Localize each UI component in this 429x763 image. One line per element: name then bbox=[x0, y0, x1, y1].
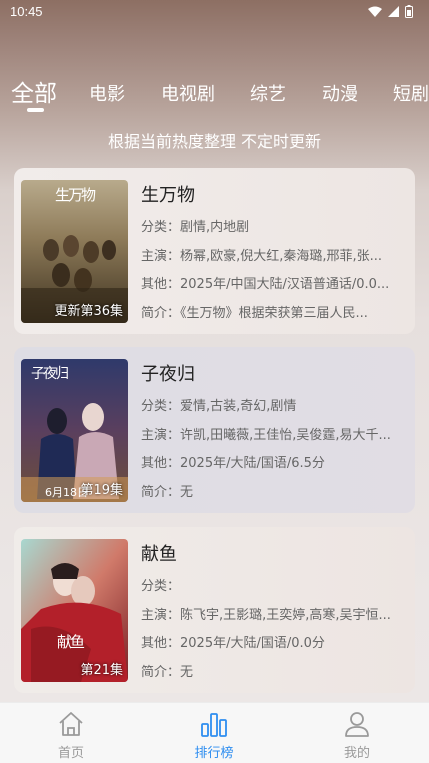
episode-badge: 第19集 bbox=[80, 483, 123, 498]
item-category: 分类：剧情,内地剧 bbox=[141, 220, 250, 235]
episode-badge: 更新第36集 bbox=[54, 304, 123, 319]
status-bar: 10:45 bbox=[0, 0, 429, 26]
nav-home[interactable]: 首页 bbox=[31, 709, 111, 761]
battery-icon bbox=[405, 5, 413, 18]
nav-profile[interactable]: 我的 bbox=[317, 709, 397, 761]
tab-tv-series[interactable]: 电视剧 bbox=[161, 80, 215, 106]
ranking-icon bbox=[174, 709, 254, 739]
list-item[interactable]: 子夜归 6月18日 第19集 子夜归 分类：爱情,古装,奇幻,剧情 主演：许凯,… bbox=[14, 347, 415, 513]
tab-short-drama[interactable]: 短剧 bbox=[393, 80, 429, 106]
item-title: 子夜归 bbox=[141, 364, 195, 385]
poster-image: 献鱼 第21集 bbox=[21, 539, 128, 682]
user-icon bbox=[317, 709, 397, 739]
bottom-nav: 首页 排行榜 我的 bbox=[0, 702, 429, 763]
tab-anime[interactable]: 动漫 bbox=[322, 80, 358, 106]
category-tabs: 全部 电影 电视剧 综艺 动漫 短剧 bbox=[0, 72, 429, 116]
tab-all[interactable]: 全部 bbox=[11, 74, 57, 108]
signal-icon bbox=[388, 6, 399, 17]
item-cast: 主演：杨幂,欧豪,倪大红,秦海璐,邢菲,张... bbox=[141, 249, 383, 264]
wifi-icon bbox=[368, 6, 382, 17]
nav-ranking-label: 排行榜 bbox=[194, 746, 234, 761]
item-title: 献鱼 bbox=[141, 544, 177, 565]
item-category: 分类：爱情,古装,奇幻,剧情 bbox=[141, 399, 297, 414]
item-cast: 主演：陈飞宇,王影璐,王奕婷,高寒,吴宇恒... bbox=[141, 608, 391, 623]
list-item[interactable]: 献鱼 第21集 献鱼 分类： 主演：陈飞宇,王影璐,王奕婷,高寒,吴宇恒... … bbox=[14, 527, 415, 693]
status-time: 10:45 bbox=[10, 4, 43, 19]
nav-ranking[interactable]: 排行榜 bbox=[174, 709, 254, 761]
nav-profile-label: 我的 bbox=[343, 746, 370, 761]
item-other: 其他：2025年/大陆/国语/0.0分 bbox=[141, 636, 325, 651]
poster-title-art: 献鱼 bbox=[57, 633, 85, 651]
status-icons bbox=[368, 5, 413, 18]
poster-title-art: 生万物 bbox=[55, 186, 96, 204]
ranking-subtitle: 根据当前热度整理 不定时更新 bbox=[107, 132, 322, 151]
item-other: 其他：2025年/大陆/国语/6.5分 bbox=[141, 456, 325, 471]
poster-image: 子夜归 6月18日 第19集 bbox=[21, 359, 128, 502]
poster-image: 生万物 更新第36集 bbox=[21, 180, 128, 323]
tab-variety[interactable]: 综艺 bbox=[250, 80, 286, 106]
list-item[interactable]: 生万物 更新第36集 生万物 分类：剧情,内地剧 主演：杨幂,欧豪,倪大红,秦海… bbox=[14, 168, 415, 334]
episode-badge: 第21集 bbox=[80, 663, 123, 678]
home-icon bbox=[31, 709, 111, 739]
item-cast: 主演：许凯,田曦薇,王佳怡,吴俊霆,易大千... bbox=[141, 428, 391, 443]
tab-movie[interactable]: 电影 bbox=[89, 80, 125, 106]
item-intro: 简介：无 bbox=[141, 485, 194, 500]
nav-home-label: 首页 bbox=[57, 746, 84, 761]
poster-title-art: 子夜归 bbox=[31, 366, 69, 382]
tab-indicator bbox=[27, 108, 44, 112]
item-intro: 简介：无 bbox=[141, 665, 194, 680]
item-category: 分类： bbox=[141, 579, 181, 594]
item-title: 生万物 bbox=[141, 185, 195, 206]
item-other: 其他：2025年/中国大陆/汉语普通话/0.0... bbox=[141, 277, 390, 292]
item-intro: 简介：《生万物》根据荣获第三届人民... bbox=[141, 306, 368, 321]
